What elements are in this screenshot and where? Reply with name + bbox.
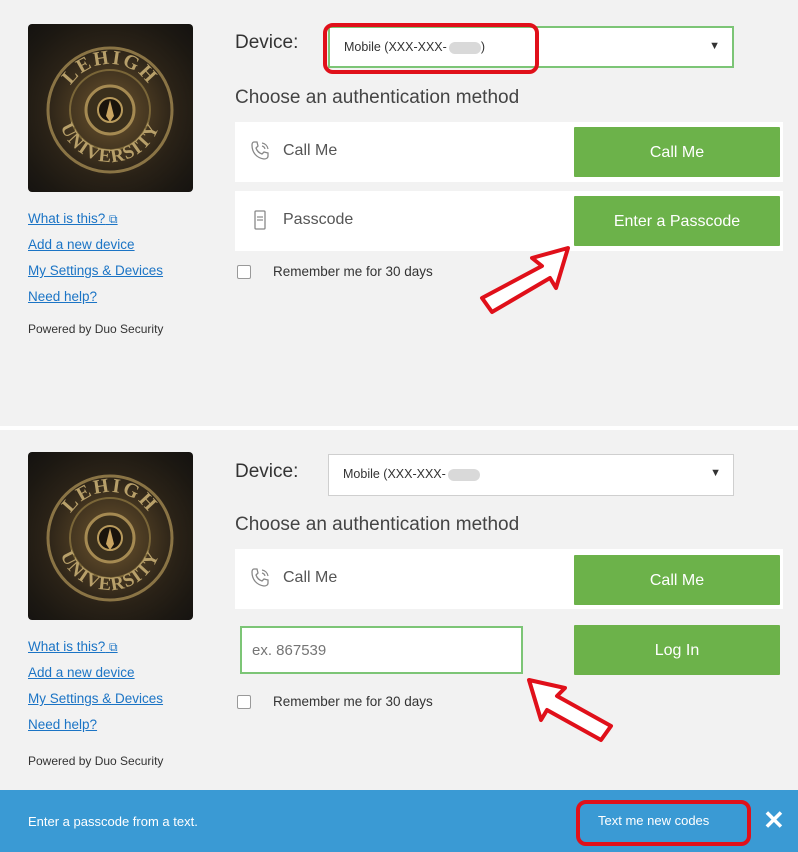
passcode-label: Passcode [283, 211, 354, 228]
call-me-label: Call Me [283, 569, 338, 586]
chevron-down-icon: ▼ [710, 467, 721, 479]
chevron-down-icon: ▼ [709, 40, 720, 52]
highlight-text-me-button [576, 800, 751, 846]
red-arrow-icon [527, 678, 613, 742]
phone-call-icon [251, 141, 269, 160]
sidebar-links: What is this? ⧉ Add a new device My Sett… [28, 206, 163, 310]
lehigh-logo: LEHIGH UNIVERSITY [28, 24, 193, 192]
sidebar-links: What is this? ⧉ Add a new device My Sett… [28, 634, 163, 738]
logo-text-top: LEHIGH [58, 474, 160, 516]
settings-devices-link[interactable]: My Settings & Devices [28, 258, 163, 284]
add-device-link[interactable]: Add a new device [28, 660, 163, 686]
remember-me: Remember me for 30 days [237, 694, 433, 710]
passcode-token-icon [254, 210, 266, 230]
remember-label: Remember me for 30 days [273, 694, 433, 709]
phone-call-icon [251, 568, 269, 587]
svg-text:LEHIGH: LEHIGH [58, 474, 162, 516]
enter-passcode-button[interactable]: Enter a Passcode [574, 196, 780, 246]
powered-by: Powered by Duo Security [28, 754, 164, 768]
device-select-value: Mobile (XXX-XXX- [343, 467, 480, 481]
choose-method-text: Choose an authentication method [235, 514, 520, 535]
external-link-icon: ⧉ [109, 640, 118, 654]
what-is-this-link[interactable]: What is this? ⧉ [28, 206, 163, 232]
notification-message: Enter a passcode from a text. [28, 814, 198, 829]
device-select[interactable]: Mobile (XXX-XXX- ▼ [328, 454, 734, 496]
external-link-icon: ⧉ [109, 212, 118, 226]
device-label: Device: [235, 32, 299, 53]
powered-by: Powered by Duo Security [28, 322, 164, 336]
passcode-input[interactable] [240, 626, 523, 674]
remember-checkbox[interactable] [237, 695, 251, 710]
settings-devices-link[interactable]: My Settings & Devices [28, 686, 163, 712]
device-label: Device: [235, 461, 299, 482]
choose-method-text: Choose an authentication method [235, 87, 520, 108]
need-help-link[interactable]: Need help? [28, 712, 163, 738]
add-device-link[interactable]: Add a new device [28, 232, 163, 258]
redacted-digits [447, 468, 480, 481]
lehigh-logo: LEHIGH UNIVERSITY [28, 452, 193, 620]
remember-label: Remember me for 30 days [273, 264, 433, 279]
logo-text-top: LEHIGH [58, 46, 160, 88]
highlight-device-select [323, 23, 539, 74]
close-icon[interactable]: ✕ [763, 805, 785, 836]
red-arrow-icon [480, 246, 570, 314]
auth-panel-passcode: LEHIGH UNIVERSITY What is this? ⧉ Add a … [0, 430, 798, 790]
svg-text:LEHIGH: LEHIGH [58, 46, 162, 88]
remember-me: Remember me for 30 days [237, 264, 433, 280]
log-in-button[interactable]: Log In [574, 625, 780, 675]
need-help-link[interactable]: Need help? [28, 284, 163, 310]
call-me-label: Call Me [283, 142, 338, 159]
call-me-button[interactable]: Call Me [574, 127, 780, 177]
call-me-button[interactable]: Call Me [574, 555, 780, 605]
auth-panel-initial: LEHIGH UNIVERSITY What is this? ⧉ Add a … [0, 0, 798, 426]
remember-checkbox[interactable] [237, 265, 251, 280]
what-is-this-link[interactable]: What is this? ⧉ [28, 634, 163, 660]
